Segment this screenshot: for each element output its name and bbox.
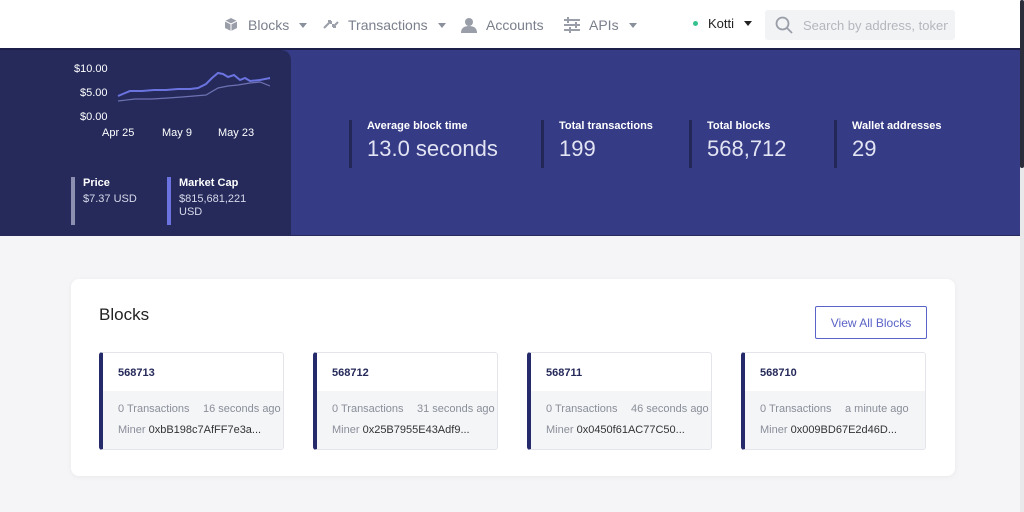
market-cap-label: Market Cap xyxy=(179,177,239,189)
block-number-link[interactable]: 568713 xyxy=(118,367,155,379)
market-cap-amount: $815,681,221 xyxy=(179,193,247,205)
nav-accounts-label: Accounts xyxy=(486,17,544,33)
miner-label: Miner xyxy=(760,424,788,436)
block-number-link[interactable]: 568711 xyxy=(546,367,582,379)
price-value: $7.37 USD xyxy=(83,193,137,205)
market-cap-stat: Market Cap $815,681,221 USD xyxy=(167,177,267,225)
nav-blocks-label: Blocks xyxy=(248,17,290,33)
stat-label: Total blocks xyxy=(707,120,771,132)
stat-value: 568,712 xyxy=(707,136,787,161)
stat-label: Total transactions xyxy=(559,120,653,132)
chevron-down-icon xyxy=(299,22,308,28)
view-all-blocks-button[interactable]: View All Blocks xyxy=(815,306,927,339)
search-placeholder: Search by address, token symbol name, tr… xyxy=(803,17,948,33)
chevron-down-icon xyxy=(744,21,753,26)
block-tile[interactable]: 568713 0 Transactions 16 seconds ago Min… xyxy=(99,352,284,450)
stat-total-transactions: Total transactions 199 xyxy=(541,120,653,168)
nav-transactions-label: Transactions xyxy=(348,17,428,33)
block-details: 0 Transactions 16 seconds ago Miner 0xbB… xyxy=(103,391,283,449)
miner-address-link[interactable]: 0xbB198c7AfFF7e3a... xyxy=(149,424,262,436)
stat-total-blocks: Total blocks 568,712 xyxy=(689,120,787,168)
block-tile[interactable]: 568710 0 Transactions a minute ago Miner… xyxy=(741,352,926,450)
market-panel: $10.00 $5.00 $0.00 Apr 25 May 9 May 23 P… xyxy=(0,50,291,236)
block-details: 0 Transactions 31 seconds ago Miner 0x25… xyxy=(317,391,497,449)
miner-label: Miner xyxy=(546,424,574,436)
arrows-exchange-icon xyxy=(323,20,339,29)
block-number-link[interactable]: 568712 xyxy=(332,367,369,379)
block-transaction-count: 0 Transactions xyxy=(332,403,404,415)
market-cap-value: $815,681,221 USD xyxy=(179,193,267,219)
block-transaction-count: 0 Transactions xyxy=(760,403,832,415)
block-age: 31 seconds ago xyxy=(417,403,495,415)
page-scrollbar[interactable] xyxy=(1020,0,1024,512)
block-miner: Miner 0x009BD67E2d46D... xyxy=(760,424,897,436)
stat-value: 199 xyxy=(559,136,596,161)
x-tick-label: May 23 xyxy=(218,127,254,139)
stat-wallet-addresses: Wallet addresses 29 xyxy=(834,120,941,168)
price-chart: $10.00 $5.00 $0.00 Apr 25 May 9 May 23 xyxy=(74,63,270,139)
block-transaction-count: 0 Transactions xyxy=(118,403,190,415)
y-tick-label: $0.00 xyxy=(80,111,108,123)
block-number-link[interactable]: 568710 xyxy=(760,367,797,379)
block-miner: Miner 0x0450f61AC77C50... xyxy=(546,424,685,436)
price-line xyxy=(117,71,270,97)
block-age: a minute ago xyxy=(845,403,909,415)
miner-label: Miner xyxy=(118,424,146,436)
chevron-down-icon xyxy=(437,22,446,28)
search-icon xyxy=(775,16,793,34)
user-icon xyxy=(461,18,477,33)
blocks-card: Blocks View All Blocks 568713 0 Transact… xyxy=(71,279,955,476)
network-selector[interactable]: Kotti xyxy=(693,16,753,31)
x-tick-label: May 9 xyxy=(162,127,192,139)
nav-apis-dropdown[interactable]: APIs xyxy=(563,14,637,36)
stat-value: 29 xyxy=(852,136,877,161)
stat-label: Average block time xyxy=(367,120,468,132)
block-tile[interactable]: 568712 0 Transactions 31 seconds ago Min… xyxy=(313,352,498,450)
cube-icon xyxy=(224,18,238,31)
miner-address-link[interactable]: 0x25B7955E43Adf9... xyxy=(363,424,470,436)
nav-apis-label: APIs xyxy=(589,17,619,33)
network-status-dot xyxy=(693,21,698,26)
blocks-card-title: Blocks xyxy=(99,305,150,324)
price-stat: Price $7.37 USD xyxy=(71,177,151,225)
search-input[interactable]: Search by address, token symbol name, tr… xyxy=(765,10,955,40)
y-tick-label: $5.00 xyxy=(80,87,108,99)
network-name: Kotti xyxy=(708,16,735,31)
block-age: 46 seconds ago xyxy=(631,403,709,415)
miner-label: Miner xyxy=(332,424,360,436)
sliders-icon xyxy=(564,17,580,33)
miner-address-link[interactable]: 0x009BD67E2d46D... xyxy=(791,424,897,436)
nav-blocks-dropdown[interactable]: Blocks xyxy=(222,14,308,36)
nav-transactions-dropdown[interactable]: Transactions xyxy=(322,14,446,36)
price-label: Price xyxy=(83,177,110,189)
nav-accounts-link[interactable]: Accounts xyxy=(460,14,544,36)
scrollbar-thumb[interactable] xyxy=(1020,0,1024,168)
x-tick-label: Apr 25 xyxy=(102,127,134,139)
dashboard-banner: $10.00 $5.00 $0.00 Apr 25 May 9 May 23 P… xyxy=(0,50,1020,236)
stat-average-block-time: Average block time 13.0 seconds xyxy=(349,120,498,168)
stat-value: 13.0 seconds xyxy=(367,136,498,161)
block-details: 0 Transactions a minute ago Miner 0x009B… xyxy=(745,391,925,449)
block-miner: Miner 0xbB198c7AfFF7e3a... xyxy=(118,424,261,436)
y-tick-label: $10.00 xyxy=(74,63,108,75)
top-navbar: Blocks Transactions Accounts APIs Kotti … xyxy=(0,0,1020,50)
block-tile[interactable]: 568711 0 Transactions 46 seconds ago Min… xyxy=(527,352,712,450)
block-transaction-count: 0 Transactions xyxy=(546,403,618,415)
chevron-down-icon xyxy=(628,22,637,28)
block-age: 16 seconds ago xyxy=(203,403,281,415)
block-details: 0 Transactions 46 seconds ago Miner 0x04… xyxy=(531,391,711,449)
block-miner: Miner 0x25B7955E43Adf9... xyxy=(332,424,470,436)
market-cap-currency: USD xyxy=(179,206,203,218)
miner-address-link[interactable]: 0x0450f61AC77C50... xyxy=(577,424,685,436)
stat-label: Wallet addresses xyxy=(852,120,942,132)
